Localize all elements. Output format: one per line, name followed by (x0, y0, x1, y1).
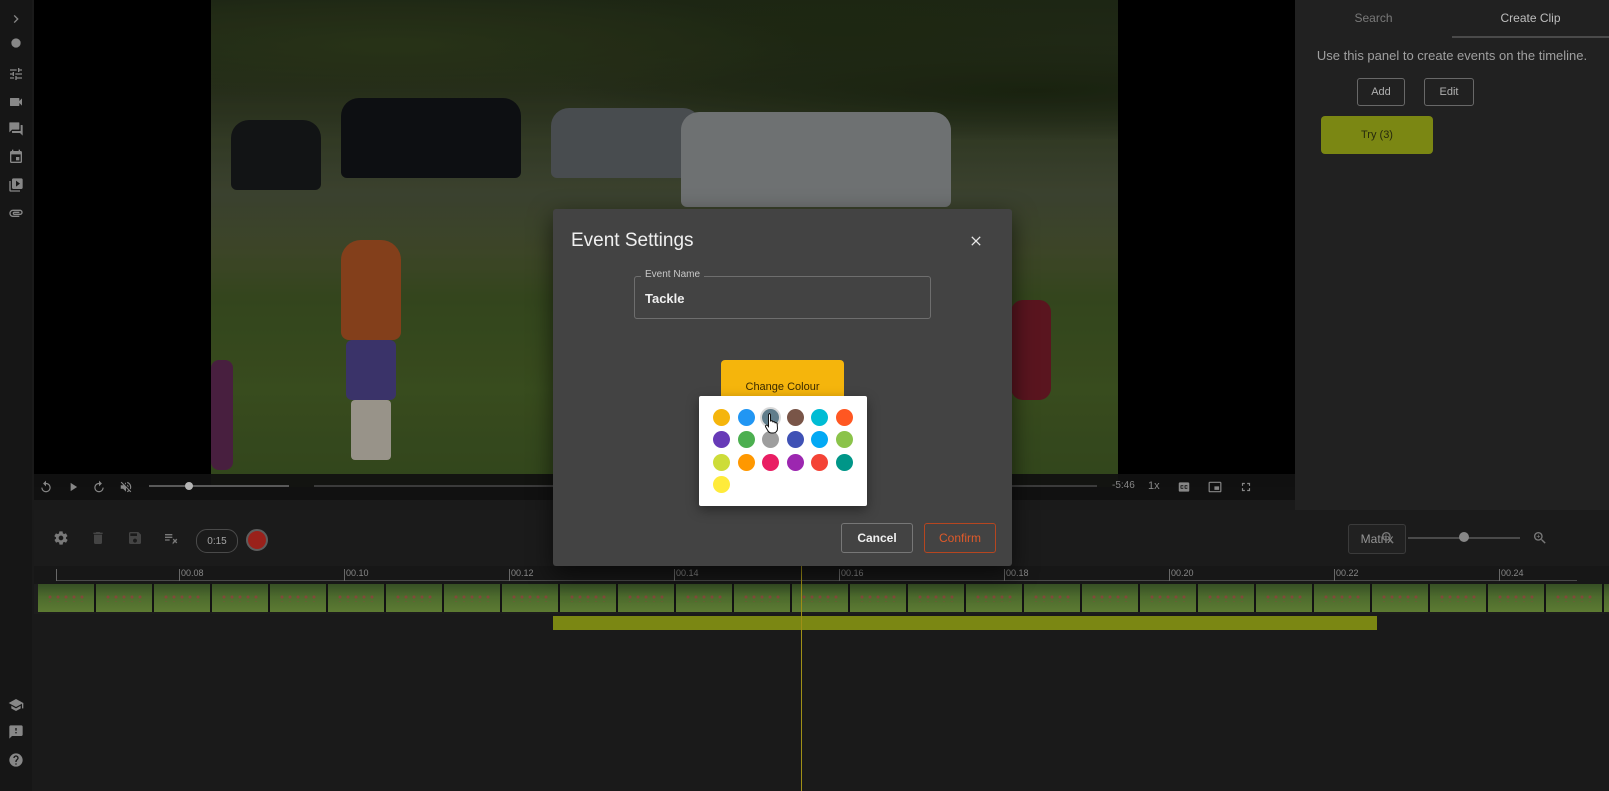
colour-swatch[interactable] (713, 475, 730, 493)
colour-swatch[interactable] (737, 409, 755, 426)
colour-swatch[interactable] (811, 409, 828, 426)
colour-swatch[interactable] (786, 409, 804, 426)
colour-swatch[interactable] (737, 431, 755, 449)
colour-swatch[interactable] (737, 453, 755, 471)
colour-swatch[interactable] (713, 431, 730, 449)
pointer-cursor-icon (764, 412, 780, 434)
event-settings-dialog: Event Settings Event Name Tackle Change … (553, 209, 1012, 566)
event-name-field[interactable]: Event Name Tackle (634, 269, 931, 319)
cancel-button[interactable]: Cancel (841, 523, 913, 553)
colour-swatch[interactable] (762, 453, 779, 471)
colour-swatch[interactable] (811, 431, 828, 449)
colour-swatch[interactable] (786, 431, 804, 449)
colour-swatch[interactable] (811, 453, 828, 471)
colour-swatch[interactable] (786, 453, 804, 471)
colour-swatch[interactable] (835, 453, 853, 471)
colour-swatch[interactable] (835, 431, 853, 449)
event-name-label: Event Name (641, 269, 705, 280)
confirm-button[interactable]: Confirm (924, 523, 996, 553)
event-name-value[interactable]: Tackle (645, 291, 685, 306)
colour-palette (699, 396, 867, 506)
colour-swatch[interactable] (835, 409, 853, 426)
colour-swatch[interactable] (713, 453, 730, 471)
colour-swatch[interactable] (713, 409, 730, 426)
close-icon[interactable] (966, 231, 986, 251)
dialog-title: Event Settings (571, 230, 694, 251)
change-colour-button[interactable]: Change Colour (721, 360, 844, 400)
